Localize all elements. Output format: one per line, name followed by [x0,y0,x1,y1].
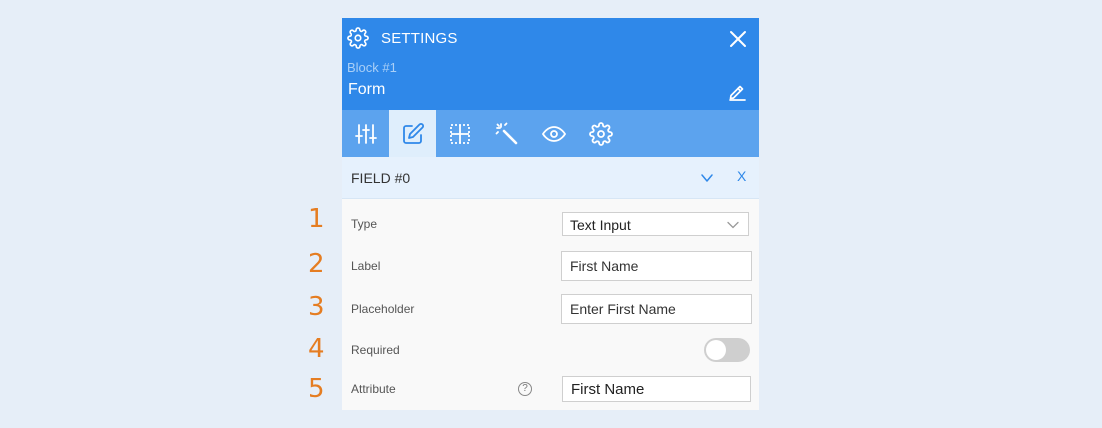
settings-title: SETTINGS [381,30,458,47]
toolbar-sliders-button[interactable] [342,110,389,157]
magic-wand-icon [495,122,517,144]
help-icon[interactable]: ? [518,382,532,396]
placeholder-label: Placeholder [351,302,415,316]
toolbar [342,110,759,157]
toolbar-magic-button[interactable] [483,110,530,157]
chevron-down-icon[interactable] [699,170,715,186]
chevron-down-icon [727,221,739,229]
eye-icon [541,125,566,142]
block-label: Block #1 [347,60,397,75]
toolbar-settings-button[interactable] [577,110,624,157]
row-number-3: 3 [308,292,325,322]
required-toggle[interactable] [704,338,750,362]
type-select-value: Text Input [570,217,631,233]
attribute-input[interactable] [562,376,751,402]
pencil-icon[interactable] [727,81,747,101]
label-input[interactable] [561,251,752,281]
field-close-button[interactable]: X [737,168,746,184]
sliders-icon [354,123,377,144]
row-number-4: 4 [308,334,325,364]
label-label: Label [351,259,381,273]
toolbar-preview-button[interactable] [530,110,577,157]
settings-header: SETTINGS Block #1 Form [342,18,759,110]
attribute-label: Attribute [351,382,396,396]
edit-icon [402,122,424,144]
placeholder-input[interactable] [561,294,752,324]
gear-icon [347,27,369,49]
toolbar-grid-button[interactable] [436,110,483,157]
field-header: FIELD #0 X [342,157,759,199]
row-number-1: 1 [308,204,325,234]
field-title: FIELD #0 [351,170,411,186]
gear-icon [588,121,613,146]
required-label: Required [351,343,400,357]
close-icon[interactable] [728,29,748,49]
row-number-5: 5 [308,374,325,404]
type-label: Type [351,217,378,231]
grid-icon [449,123,470,144]
type-select[interactable]: Text Input [562,212,749,236]
row-number-2: 2 [308,249,325,279]
toolbar-edit-button[interactable] [389,110,436,157]
toggle-knob [706,340,726,360]
form-name: Form [348,81,386,98]
